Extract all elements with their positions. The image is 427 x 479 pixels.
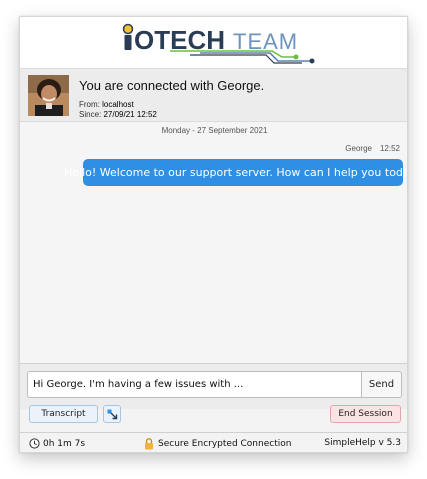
- security-text: Secure Encrypted Connection: [158, 439, 292, 449]
- timer-text: 0h 1m 7s: [43, 438, 86, 449]
- transcript-button[interactable]: Transcript: [29, 405, 98, 423]
- from-value: localhost: [102, 100, 134, 109]
- logo-header: OTECH TEAM: [20, 17, 407, 68]
- connection-from: From: localhost: [79, 100, 134, 109]
- avatar: [28, 75, 69, 116]
- date-separator: Monday - 27 September 2021: [161, 126, 268, 135]
- message-bubble: Hello! Welcome to our support server. Ho…: [64, 159, 407, 186]
- logo-text-light: TEAM: [233, 29, 298, 54]
- connection-since: Since: 27/09/21 12:52: [79, 110, 157, 119]
- chat-window: OTECH TEAM You are connected with George…: [19, 16, 408, 453]
- connection-title: You are connected with George.: [79, 78, 265, 93]
- send-button[interactable]: Send: [361, 371, 402, 398]
- end-session-button[interactable]: End Session: [330, 405, 401, 423]
- message-sender: George: [345, 144, 372, 153]
- version-label: SimpleHelp v 5.3: [324, 438, 401, 448]
- action-row: Transcript End Session: [20, 396, 407, 432]
- since-label: Since:: [79, 110, 102, 119]
- since-value: 27/09/21 12:52: [103, 110, 157, 119]
- session-timer: 0h 1m 7s: [29, 438, 85, 449]
- message-time: 12:52: [379, 144, 400, 153]
- lock-icon: [145, 438, 153, 450]
- chat-log[interactable]: Monday - 27 September 2021 George 12:52 H…: [20, 122, 407, 363]
- security-indicator: Secure Encrypted Connection: [144, 438, 291, 450]
- lightbulb-icon: [122, 23, 134, 50]
- popout-button[interactable]: [103, 405, 121, 423]
- clock-icon: [29, 438, 40, 449]
- message-meta: George 12:52: [345, 144, 400, 153]
- connection-info: You are connected with George. From: loc…: [20, 68, 407, 122]
- status-bar: 0h 1m 7s Secure Encrypted Connection Sim…: [20, 432, 407, 452]
- popout-icon: [107, 409, 117, 419]
- message-input[interactable]: Hi George. I'm having a few issues with …: [27, 371, 361, 398]
- logo-text-bold: OTECH: [134, 25, 225, 55]
- iotech-logo: OTECH TEAM: [122, 23, 315, 64]
- from-label: From:: [79, 100, 100, 109]
